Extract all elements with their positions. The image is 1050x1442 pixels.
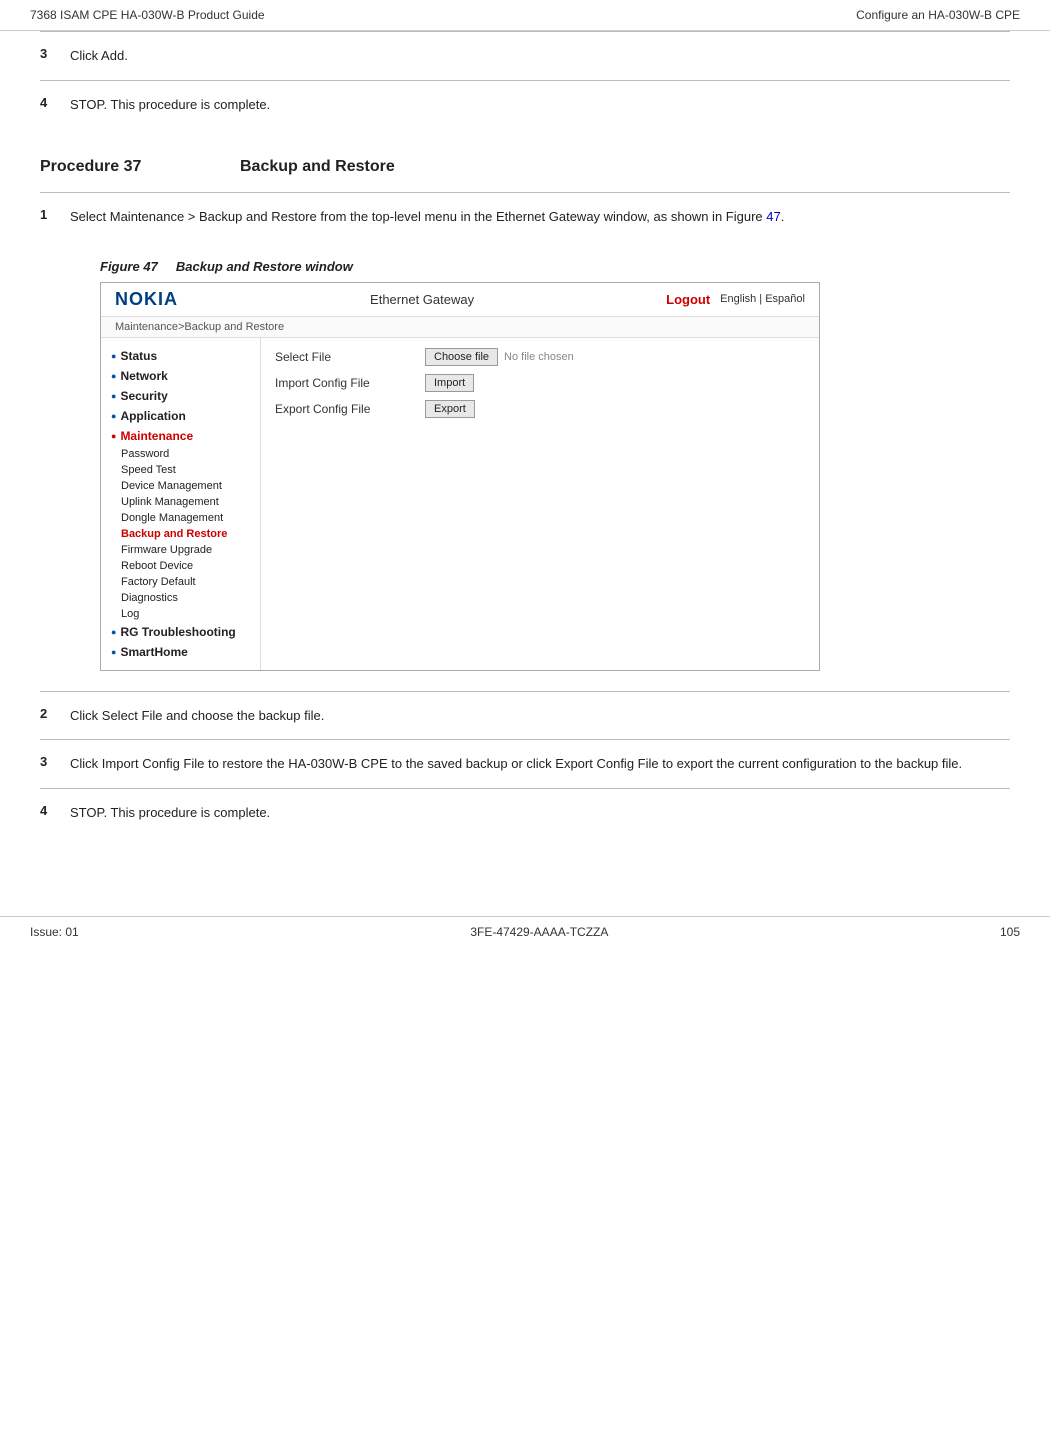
blue-dot-icon: ● <box>111 411 116 421</box>
form-right-0: Choose file No file chosen <box>425 348 574 366</box>
procedure-title: Backup and Restore <box>240 158 395 176</box>
nokia-topbar: NOKIA Ethernet Gateway Logout English | … <box>101 283 819 317</box>
figure-label-bold: Figure 47 <box>100 259 172 274</box>
sidebar-item-application[interactable]: ● Application <box>101 406 260 426</box>
top-step-4-num: 4 <box>40 95 70 110</box>
footer-left: Issue: 01 <box>30 925 79 939</box>
nokia-body: ● Status ● Network ● Security ● Application ● Mai… <box>101 338 819 670</box>
nokia-logo: NOKIA <box>115 289 178 310</box>
top-step-4-row: 4 STOP. This procedure is complete. <box>40 80 1010 129</box>
step-4-num: 4 <box>40 803 70 818</box>
form-label-0: Select File <box>275 350 415 364</box>
form-right-1: Import <box>425 374 474 392</box>
nokia-main: Select File Choose file No file chosen Impo… <box>261 338 819 670</box>
nokia-lang: English | Español <box>720 293 805 305</box>
footer-right: 105 <box>1000 925 1020 939</box>
form-row-0: Select File Choose file No file chosen <box>275 348 805 366</box>
step-3-text: Click Import Config File to restore the … <box>70 754 1010 774</box>
form-btn-export[interactable]: Export <box>425 400 475 418</box>
sidebar-item-status[interactable]: ● Status <box>101 346 260 366</box>
sidebar-sub-item-diagnostics[interactable]: Diagnostics <box>101 590 260 606</box>
figure-link[interactable]: 47 <box>766 209 780 224</box>
sidebar-label-smarthome: SmartHome <box>120 645 187 659</box>
page-header: 7368 ISAM CPE HA-030W-B Product Guide Co… <box>0 0 1050 31</box>
top-step-3-row: 3 Click Add. <box>40 31 1010 80</box>
step-1-row: 1 Select Maintenance > Backup and Restor… <box>40 192 1010 241</box>
sidebar-sub-item-factory-default[interactable]: Factory Default <box>101 574 260 590</box>
sidebar-sub-item-backup-and-restore[interactable]: Backup and Restore <box>101 526 260 542</box>
footer-center: 3FE-47429-AAAA-TCZZA <box>470 925 608 939</box>
sidebar-label-status: Status <box>120 349 157 363</box>
top-step-4-text: STOP. This procedure is complete. <box>70 95 1010 115</box>
step-2-row: 2 Click Select File and choose the backu… <box>40 691 1010 740</box>
sidebar-sub-item-dongle-management[interactable]: Dongle Management <box>101 510 260 526</box>
blue-dot-icon: ● <box>111 371 116 381</box>
step-4-text: STOP. This procedure is complete. <box>70 803 1010 823</box>
page-footer: Issue: 01 3FE-47429-AAAA-TCZZA 105 <box>0 916 1050 947</box>
sidebar-label-maintenance: Maintenance <box>120 429 193 443</box>
form-row-1: Import Config File Import <box>275 374 805 392</box>
form-btn-choose-file[interactable]: Choose file <box>425 348 498 366</box>
sidebar-item-network[interactable]: ● Network <box>101 366 260 386</box>
sidebar-sub-item-device-management[interactable]: Device Management <box>101 478 260 494</box>
steps-234: 2 Click Select File and choose the backu… <box>40 691 1010 837</box>
blue-dot-icon: ● <box>111 391 116 401</box>
form-btn-import[interactable]: Import <box>425 374 474 392</box>
red-dot-icon: ● <box>111 431 116 441</box>
sidebar-item-smarthome[interactable]: ● SmartHome <box>101 642 260 662</box>
sidebar-label-rg-troubleshooting: RG Troubleshooting <box>120 625 235 639</box>
step-3-num: 3 <box>40 754 70 769</box>
sidebar-sub-item-reboot-device[interactable]: Reboot Device <box>101 558 260 574</box>
nokia-center-label: Ethernet Gateway <box>370 292 474 307</box>
form-label-1: Import Config File <box>275 376 415 390</box>
sidebar-label-application: Application <box>120 409 185 423</box>
form-row-2: Export Config File Export <box>275 400 805 418</box>
nokia-topright: Logout English | Español <box>666 292 805 307</box>
procedure-heading: Procedure 37 Backup and Restore <box>40 158 1010 176</box>
form-label-2: Export Config File <box>275 402 415 416</box>
blue-dot-icon: ● <box>111 647 116 657</box>
sidebar-sub-item-password[interactable]: Password <box>101 446 260 462</box>
step-1-num: 1 <box>40 207 70 222</box>
sidebar-sub-item-log[interactable]: Log <box>101 606 260 622</box>
nokia-logout[interactable]: Logout <box>666 292 710 307</box>
top-step-3-num: 3 <box>40 46 70 61</box>
nokia-sidebar: ● Status ● Network ● Security ● Application ● Mai… <box>101 338 261 670</box>
sidebar-sub-item-uplink-management[interactable]: Uplink Management <box>101 494 260 510</box>
blue-dot-icon: ● <box>111 627 116 637</box>
nokia-window: NOKIA Ethernet Gateway Logout English | … <box>100 282 820 671</box>
step-3-row: 3 Click Import Config File to restore th… <box>40 739 1010 788</box>
sidebar-sub-item-firmware-upgrade[interactable]: Firmware Upgrade <box>101 542 260 558</box>
sidebar-sub-item-speed-test[interactable]: Speed Test <box>101 462 260 478</box>
sidebar-item-maintenance[interactable]: ● Maintenance <box>101 426 260 446</box>
step-1-text: Select Maintenance > Backup and Restore … <box>70 207 1010 227</box>
main-content: 3 Click Add. 4 STOP. This procedure is c… <box>0 31 1050 876</box>
header-right: Configure an HA-030W-B CPE <box>856 8 1020 22</box>
step-2-text: Click Select File and choose the backup … <box>70 706 1010 726</box>
figure-title: Backup and Restore window <box>176 259 353 274</box>
blue-dot-icon: ● <box>111 351 116 361</box>
top-step-3-text: Click Add. <box>70 46 1010 66</box>
step-4-row: 4 STOP. This procedure is complete. <box>40 788 1010 837</box>
nokia-breadcrumb: Maintenance>Backup and Restore <box>101 317 819 338</box>
sidebar-label-network: Network <box>120 369 167 383</box>
header-left: 7368 ISAM CPE HA-030W-B Product Guide <box>30 8 265 22</box>
form-right-2: Export <box>425 400 475 418</box>
top-steps: 3 Click Add. 4 STOP. This procedure is c… <box>40 31 1010 128</box>
sidebar-label-security: Security <box>120 389 167 403</box>
step-2-num: 2 <box>40 706 70 721</box>
no-file-text: No file chosen <box>504 351 574 363</box>
figure-label: Figure 47 Backup and Restore window <box>100 259 1010 274</box>
sidebar-item-security[interactable]: ● Security <box>101 386 260 406</box>
procedure-label: Procedure 37 <box>40 158 200 176</box>
sidebar-item-rg-troubleshooting[interactable]: ● RG Troubleshooting <box>101 622 260 642</box>
